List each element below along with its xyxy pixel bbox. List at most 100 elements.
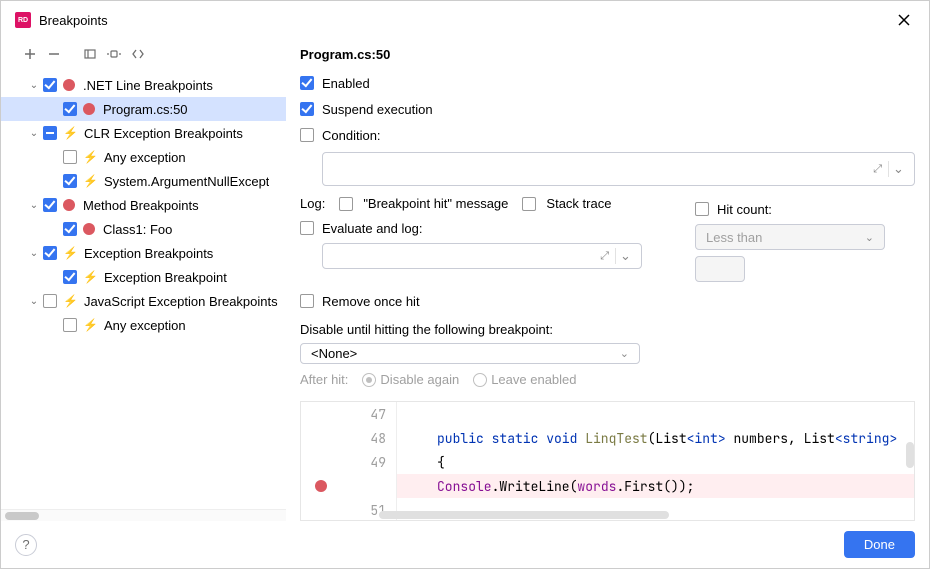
checkbox[interactable] <box>43 294 57 308</box>
chevron-down-icon[interactable]: ⌄ <box>888 161 908 177</box>
chevron-down-icon: ⌄ <box>865 231 874 244</box>
group-button[interactable] <box>103 43 125 65</box>
checkbox[interactable] <box>43 246 57 260</box>
leave-enabled-label: Leave enabled <box>491 372 576 387</box>
tree-item-class1-foo[interactable]: Class1: Foo <box>1 217 286 241</box>
checkbox[interactable] <box>43 126 57 140</box>
tree-label: .NET Line Breakpoints <box>83 78 213 93</box>
breakpoints-dialog: Breakpoints ⌄ .NET Line Breakpoint <box>0 0 930 569</box>
after-hit-row: After hit: Disable again Leave enabled <box>300 372 915 387</box>
gutter-line <box>301 474 396 498</box>
eval-log-checkbox[interactable] <box>300 221 314 235</box>
view-button[interactable] <box>79 43 101 65</box>
hit-count-mode-select[interactable]: Less than ⌄ <box>695 224 885 250</box>
leave-enabled-radio[interactable] <box>473 373 487 387</box>
tree-item-exception-bp[interactable]: ⚡ Exception Breakpoint <box>1 265 286 289</box>
gutter-line: 47 <box>301 402 396 426</box>
chevron-down-icon: ⌄ <box>620 347 629 360</box>
remove-button[interactable] <box>43 43 65 65</box>
breakpoint-dot-icon <box>83 103 95 115</box>
disable-again-radio[interactable] <box>362 373 376 387</box>
tree-item-any-exception-clr[interactable]: ⚡ Any exception <box>1 145 286 169</box>
tree-item-argumentnull[interactable]: ⚡ System.ArgumentNullExcept <box>1 169 286 193</box>
disable-until-select[interactable]: <None> ⌄ <box>300 343 640 364</box>
log-label: Log: <box>300 196 325 211</box>
enabled-label: Enabled <box>322 76 370 91</box>
hit-count-mode-value: Less than <box>706 230 762 245</box>
breakpoint-dot-icon <box>315 480 327 492</box>
tree-toolbar <box>1 37 286 71</box>
tree-label: Method Breakpoints <box>83 198 199 213</box>
left-panel: ⌄ .NET Line Breakpoints Program.cs:50 ⌄ … <box>1 37 286 521</box>
tree-label: Program.cs:50 <box>103 102 188 117</box>
checkbox[interactable] <box>63 102 77 116</box>
chevron-down-icon: ⌄ <box>27 248 41 259</box>
details-panel: Program.cs:50 Enabled Suspend execution … <box>286 37 929 521</box>
eval-log-input[interactable]: ⤢ ⌄ <box>322 243 642 269</box>
hit-count-value-input[interactable] <box>695 256 745 282</box>
breakpoint-dot-icon <box>83 223 95 235</box>
condition-checkbox[interactable] <box>300 128 314 142</box>
condition-input[interactable]: ⤢ ⌄ <box>322 152 915 186</box>
tree-label: JavaScript Exception Breakpoints <box>84 294 278 309</box>
stack-trace-label: Stack trace <box>546 196 611 211</box>
eval-log-label: Evaluate and log: <box>322 221 422 236</box>
code-lines[interactable]: public static void LinqTest(List<int> nu… <box>397 402 914 520</box>
tree-group-exception[interactable]: ⌄ ⚡ Exception Breakpoints <box>1 241 286 265</box>
tree-hscrollbar[interactable] <box>1 509 286 521</box>
checkbox[interactable] <box>63 318 77 332</box>
exception-icon: ⚡ <box>83 318 98 332</box>
disable-again-label: Disable again <box>380 372 459 387</box>
checkbox[interactable] <box>43 198 57 212</box>
breakpoint-tree[interactable]: ⌄ .NET Line Breakpoints Program.cs:50 ⌄ … <box>1 71 286 509</box>
checkbox[interactable] <box>63 222 77 236</box>
tree-label: Any exception <box>104 318 186 333</box>
checkbox[interactable] <box>63 174 77 188</box>
disable-until-value: <None> <box>311 346 357 361</box>
suspend-checkbox[interactable] <box>300 102 314 116</box>
code-vscrollbar[interactable] <box>906 442 914 468</box>
tree-label: Exception Breakpoints <box>84 246 213 261</box>
tree-group-method[interactable]: ⌄ Method Breakpoints <box>1 193 286 217</box>
tree-label: Class1: Foo <box>103 222 172 237</box>
help-button[interactable]: ? <box>15 534 37 556</box>
tree-item-program-cs-50[interactable]: Program.cs:50 <box>1 97 286 121</box>
expand-icon[interactable]: ⤢ <box>873 163 882 176</box>
tree-item-any-exception-js[interactable]: ⚡ Any exception <box>1 313 286 337</box>
dialog-title: Breakpoints <box>39 13 108 28</box>
details-header: Program.cs:50 <box>300 37 915 70</box>
done-button[interactable]: Done <box>844 531 915 558</box>
exception-icon: ⚡ <box>63 246 78 260</box>
tree-group-js-exception[interactable]: ⌄ ⚡ JavaScript Exception Breakpoints <box>1 289 286 313</box>
exception-icon: ⚡ <box>83 270 98 284</box>
exception-icon: ⚡ <box>63 126 78 140</box>
checkbox[interactable] <box>63 270 77 284</box>
chevron-down-icon[interactable]: ⌄ <box>615 248 635 264</box>
stack-trace-checkbox[interactable] <box>522 197 536 211</box>
code-hscrollbar[interactable] <box>301 510 914 520</box>
enabled-row: Enabled <box>300 72 915 94</box>
enabled-checkbox[interactable] <box>300 76 314 90</box>
tree-group-net-line[interactable]: ⌄ .NET Line Breakpoints <box>1 73 286 97</box>
disable-until-label: Disable until hitting the following brea… <box>300 322 915 337</box>
add-button[interactable] <box>19 43 41 65</box>
hit-count-label: Hit count: <box>717 202 772 217</box>
checkbox[interactable] <box>63 150 77 164</box>
tree-label: Exception Breakpoint <box>104 270 227 285</box>
footer: ? Done <box>1 521 929 568</box>
suspend-row: Suspend execution <box>300 98 915 120</box>
gutter-line: 49 <box>301 450 396 474</box>
hit-count-checkbox[interactable] <box>695 202 709 216</box>
tree-group-clr-exception[interactable]: ⌄ ⚡ CLR Exception Breakpoints <box>1 121 286 145</box>
log-hit-checkbox[interactable] <box>339 197 353 211</box>
gutter: 47 48 49 51 <box>301 402 397 520</box>
app-icon <box>15 12 31 28</box>
close-icon[interactable] <box>893 11 915 29</box>
expand-icon[interactable]: ⤢ <box>600 250 609 263</box>
exception-icon: ⚡ <box>83 174 98 188</box>
chevron-down-icon: ⌄ <box>27 296 41 307</box>
code-button[interactable] <box>127 43 149 65</box>
remove-once-checkbox[interactable] <box>300 294 314 308</box>
log-hit-label: "Breakpoint hit" message <box>363 196 508 211</box>
checkbox[interactable] <box>43 78 57 92</box>
